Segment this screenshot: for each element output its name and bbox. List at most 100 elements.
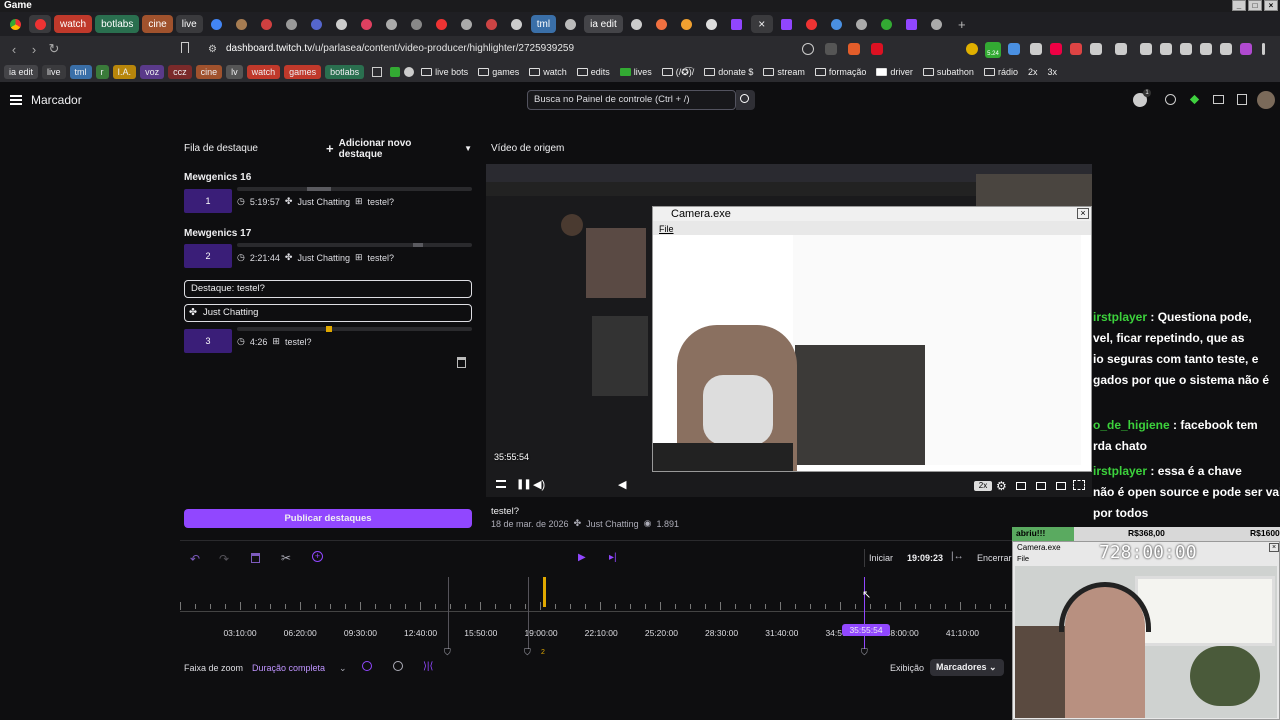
tab-icon[interactable] — [801, 15, 823, 33]
brave-shield-icon[interactable] — [848, 43, 860, 55]
highlight-number[interactable]: 3 — [184, 329, 232, 353]
bookmark-item[interactable]: 2x — [1025, 67, 1041, 77]
bookmark-chip[interactable]: ccz — [168, 65, 192, 79]
tab-live[interactable]: live — [175, 15, 203, 33]
minimize-button[interactable]: _ — [1232, 0, 1246, 11]
whispers-icon[interactable] — [1189, 94, 1200, 105]
play-icon[interactable]: ▶ — [578, 552, 586, 563]
bookmark-folder[interactable]: (/✪͡)/ — [659, 67, 698, 78]
extension-icon[interactable] — [1008, 43, 1020, 55]
extension-icon[interactable] — [1160, 43, 1172, 55]
tab-icon[interactable] — [356, 15, 378, 33]
pause-icon[interactable]: ❚❚ — [516, 479, 532, 490]
tab-icon[interactable] — [851, 15, 873, 33]
twitch-tab-icon[interactable] — [726, 15, 748, 33]
bookmark-chip[interactable]: r — [95, 65, 109, 79]
add-highlight-button[interactable]: + Adicionar novo destaque ▼ — [326, 138, 472, 160]
forward-icon[interactable]: › — [24, 42, 44, 57]
url-field[interactable]: ⚙ dashboard.twitch.tv/u/parlasea/content… — [200, 40, 960, 58]
bookmark-chip[interactable]: cine — [195, 65, 223, 79]
bookmark-chip[interactable]: botlabs — [325, 65, 365, 79]
tab-icon[interactable] — [406, 15, 428, 33]
category-input[interactable]: ✤ Just Chatting — [184, 304, 472, 322]
apps-grid-icon[interactable] — [372, 67, 383, 77]
highlight-marker[interactable] — [543, 577, 546, 607]
tab-icon[interactable] — [231, 15, 253, 33]
zoom-in-icon[interactable] — [362, 661, 372, 671]
bookmark-chip[interactable]: I.A. — [112, 65, 137, 79]
settings-icon[interactable]: ⚙ — [996, 479, 1007, 493]
extension-icon[interactable] — [1070, 43, 1082, 55]
set-start-icon[interactable]: |↔ — [951, 551, 964, 562]
scissors-icon[interactable]: ✂ — [281, 551, 291, 565]
help-icon[interactable] — [1165, 94, 1176, 105]
tab-icon[interactable] — [431, 15, 453, 33]
tab-icon[interactable] — [506, 15, 528, 33]
bookmark-icon[interactable] — [390, 67, 401, 77]
extension-icon[interactable] — [1030, 43, 1042, 55]
record-tab[interactable] — [29, 15, 51, 33]
bookmark-folder[interactable]: subathon — [920, 67, 977, 77]
pip-icon[interactable] — [1056, 482, 1066, 490]
tab-icon[interactable] — [381, 15, 403, 33]
tab-icon[interactable] — [826, 15, 848, 33]
twitch-tab-icon[interactable] — [776, 15, 798, 33]
bookmark-chip[interactable]: lv — [226, 65, 243, 79]
add-marker-icon[interactable]: + — [312, 551, 323, 562]
close-icon[interactable]: × — [1077, 208, 1089, 219]
google-tab-icon[interactable] — [206, 15, 228, 33]
brave-rewards-icon[interactable] — [871, 43, 883, 55]
bookmark-folder[interactable]: formação — [812, 67, 870, 77]
bookmark-chip[interactable]: games — [284, 65, 322, 79]
extension-badge[interactable]: 5.24 — [985, 42, 1001, 58]
zoom-select[interactable]: Duração completa ⌄ — [252, 663, 347, 674]
highlight-number[interactable]: 1 — [184, 189, 232, 213]
twitch-tab-icon[interactable] — [901, 15, 923, 33]
chapters-icon[interactable] — [496, 480, 506, 488]
bookmark-chip[interactable]: ia edit — [4, 65, 39, 79]
bookmark-folder[interactable]: driver — [873, 67, 916, 77]
extension-icon[interactable] — [1200, 43, 1212, 55]
highlight-number[interactable]: 2 — [184, 244, 232, 268]
highlight-info[interactable]: ◷ 5:19:57 ✤ Just Chatting ⊞ testel? — [237, 196, 394, 207]
highlight-info[interactable]: ◷ 4:26 ⊞ testel? — [237, 336, 311, 347]
search-icon[interactable] — [802, 43, 814, 55]
publish-highlights-button[interactable]: Publicar destaques — [184, 509, 472, 528]
tab-cine[interactable]: cine — [142, 15, 173, 33]
bookmark-folder[interactable]: stream — [760, 67, 808, 77]
fit-icon[interactable]: ⟩|⟨ — [423, 661, 433, 672]
bookmark-folder[interactable]: edits — [574, 67, 613, 77]
extension-icon[interactable] — [1140, 43, 1152, 55]
miniplayer-icon[interactable] — [1036, 482, 1046, 490]
close-tab-icon[interactable]: × — [750, 15, 773, 33]
tab-icon[interactable] — [651, 15, 673, 33]
fullscreen-icon[interactable] — [1073, 480, 1085, 490]
browser-menu-icon[interactable] — [1262, 43, 1265, 55]
tab-ia-edit[interactable]: ia edit — [584, 15, 623, 33]
bookmark-folder[interactable]: watch — [526, 67, 570, 77]
bookmark-icon[interactable] — [404, 67, 415, 77]
back-icon[interactable]: ‹ — [4, 42, 24, 57]
bookmark-folder[interactable]: rádio — [981, 67, 1021, 77]
bookmark-chip[interactable]: live — [42, 65, 66, 79]
tab-icon[interactable] — [626, 15, 648, 33]
tab-icon[interactable] — [676, 15, 698, 33]
share-icon[interactable] — [825, 43, 837, 55]
bookmark-folder[interactable]: lives — [617, 67, 655, 77]
bookmark-marker-icon[interactable]: ⛉ — [861, 647, 868, 658]
highlight-info[interactable]: ◷ 2:21:44 ✤ Just Chatting ⊞ testel? — [237, 252, 394, 263]
menu-icon[interactable] — [10, 95, 22, 105]
playback-speed[interactable]: 2x — [974, 481, 992, 491]
tab-icon[interactable] — [481, 15, 503, 33]
tab-botlabs[interactable]: botlabs — [95, 15, 140, 33]
close-icon[interactable]: × — [1269, 543, 1279, 552]
close-button[interactable]: × — [1264, 0, 1278, 11]
inbox-icon[interactable] — [1213, 95, 1224, 104]
extension-icon[interactable] — [1090, 43, 1102, 55]
bookmark-item[interactable]: 3x — [1044, 67, 1060, 77]
highlight-title-input[interactable]: Destaque: testel? — [184, 280, 472, 298]
camera-menu-file[interactable]: File — [659, 224, 674, 234]
volume-icon[interactable]: ◀) — [533, 478, 545, 491]
tab-icon[interactable] — [456, 15, 478, 33]
new-tab-icon[interactable]: + — [951, 15, 973, 33]
